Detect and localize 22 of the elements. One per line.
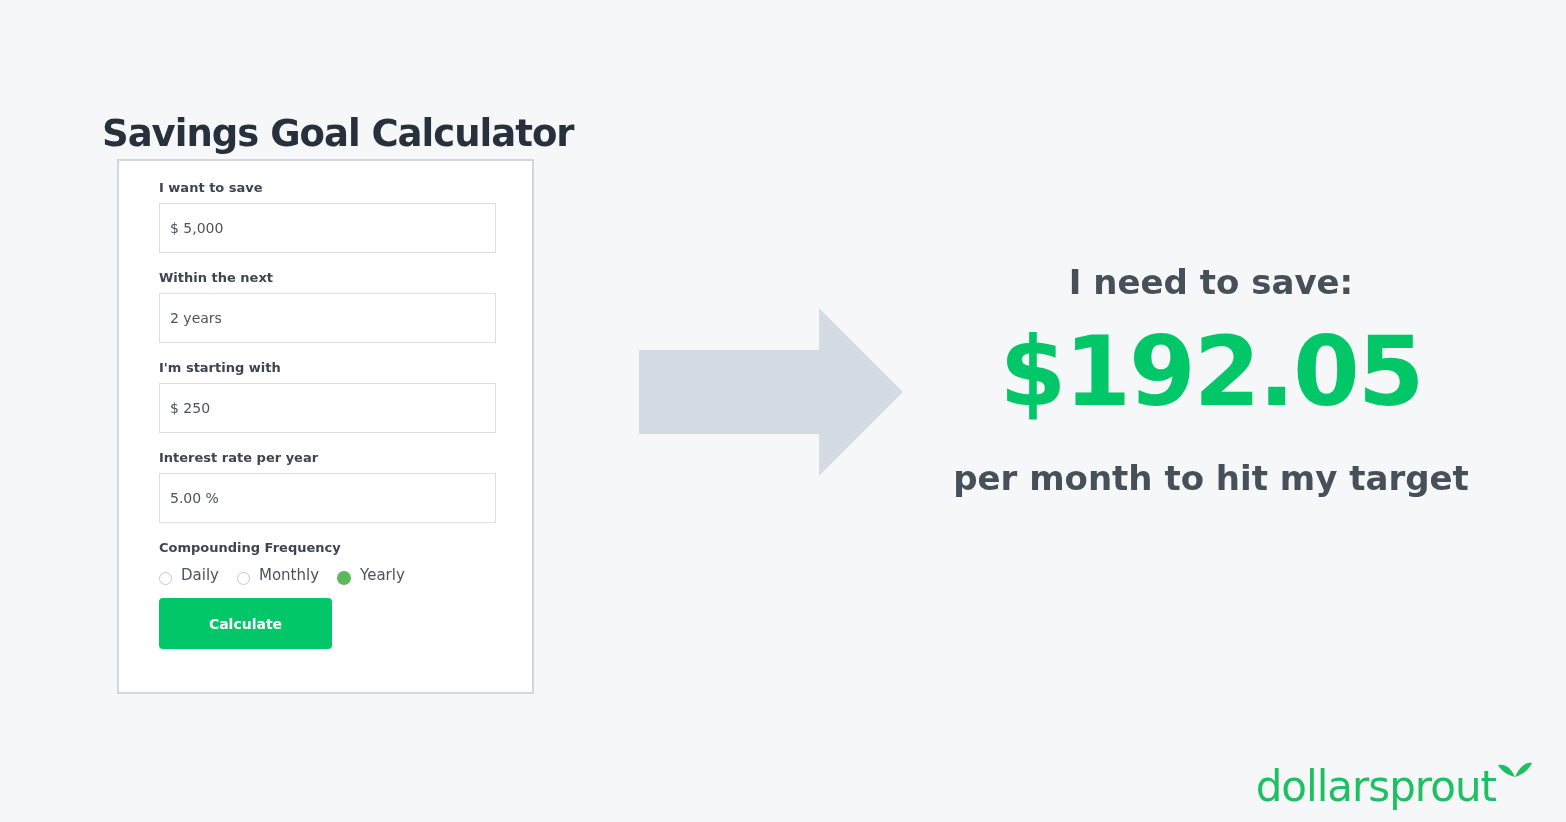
right-arrow-icon bbox=[639, 308, 903, 476]
input-field[interactable]: 5.00 % bbox=[159, 473, 496, 523]
field-label: Within the next bbox=[159, 270, 273, 285]
radio-label: Monthly bbox=[258, 566, 320, 584]
leaf-icon bbox=[1498, 760, 1532, 778]
field-label: I want to save bbox=[159, 180, 263, 195]
radio-label: Daily bbox=[181, 566, 219, 584]
field-label: Interest rate per year bbox=[159, 450, 319, 465]
result-caption: per month to hit my target bbox=[953, 457, 1469, 498]
radio-button[interactable] bbox=[159, 571, 172, 585]
input-field[interactable]: $ 5,000 bbox=[159, 203, 496, 253]
radio-button[interactable] bbox=[337, 571, 352, 585]
brand-logo: dollarsprout bbox=[1255, 766, 1496, 808]
result-heading: I need to save: bbox=[1068, 262, 1354, 302]
radio-button[interactable] bbox=[236, 571, 250, 585]
field-label: Compounding Frequency bbox=[159, 540, 341, 555]
result-amount: $192.05 bbox=[999, 320, 1423, 426]
input-field[interactable]: $ 250 bbox=[159, 383, 496, 433]
page-title: Savings Goal Calculator bbox=[102, 112, 574, 155]
radio-label: Yearly bbox=[360, 566, 405, 584]
field-label: I'm starting with bbox=[159, 360, 281, 375]
input-field[interactable]: 2 years bbox=[159, 293, 496, 343]
